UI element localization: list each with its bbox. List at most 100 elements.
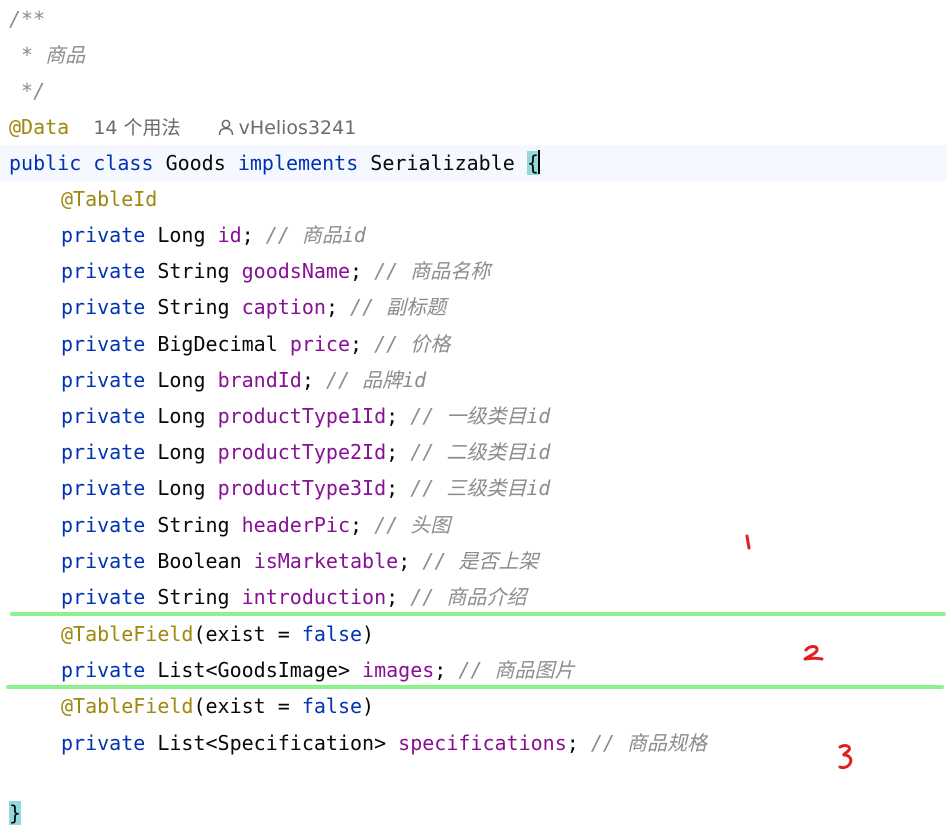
field-type: Long: [157, 476, 206, 500]
field-name: specifications: [398, 731, 567, 755]
field-type: String: [157, 585, 230, 609]
field-declaration: private String goodsName; // 商品名称: [61, 259, 491, 283]
field-modifier: private: [61, 259, 146, 283]
closing-brace-line: }: [0, 795, 22, 831]
field-comment: // 是否上架: [422, 549, 539, 573]
field-name: caption: [241, 295, 326, 319]
field-modifier: private: [61, 585, 146, 609]
field-name: isMarketable: [253, 549, 399, 573]
field-name: brandId: [217, 368, 302, 392]
keyword-class: class: [93, 151, 154, 175]
marker-3: [838, 744, 853, 770]
field-comment: // 商品介绍: [410, 585, 527, 609]
tablefield-args: (exist =: [193, 694, 302, 718]
field-name: images: [362, 658, 435, 682]
field-declaration: private BigDecimal price; // 价格: [61, 332, 451, 356]
field-declaration: private Boolean isMarketable; // 是否上架: [61, 549, 539, 573]
field-name: productType3Id: [217, 476, 387, 500]
author-hint[interactable]: vHelios3241: [217, 117, 357, 139]
field-modifier: private: [61, 658, 146, 682]
field-comment: // 二级类目id: [410, 440, 551, 464]
keyword-implements: implements: [237, 151, 359, 175]
field-type: String: [157, 259, 230, 283]
class-name: Goods: [165, 151, 226, 175]
field-name: introduction: [241, 585, 387, 609]
keyword-public: public: [9, 151, 82, 175]
field-modifier: private: [61, 476, 146, 500]
field-type: Long: [157, 440, 206, 464]
field-declaration: private Long id; // 商品id: [61, 223, 366, 247]
tablefield-annotation-1: @TableField(exist = false): [61, 616, 374, 652]
field-images: private List<GoodsImage> images; // 商品图片: [61, 658, 575, 682]
field-comment: // 副标题: [350, 295, 447, 319]
field-modifier: private: [61, 513, 146, 537]
field-type: Boolean: [157, 549, 242, 573]
author-name: vHelios3241: [238, 117, 357, 139]
field-name: headerPic: [241, 513, 351, 537]
tablefield-close: ): [362, 622, 375, 646]
field-modifier: private: [61, 223, 146, 247]
doc-comment-body: * 商品: [9, 43, 86, 67]
field-modifier: private: [61, 332, 146, 356]
data-annotation: @Data: [9, 115, 70, 139]
closing-brace: }: [9, 801, 22, 825]
tablefield-name: @TableField: [61, 694, 194, 718]
field-declaration: private Long productType1Id; // 一级类目id: [61, 404, 551, 428]
class-declaration: public class Goods implements Serializab…: [0, 145, 947, 181]
field-modifier: private: [61, 440, 146, 464]
field-type: List<Specification>: [157, 731, 387, 755]
field-name: id: [217, 223, 242, 247]
tablefield-annotation-2: @TableField(exist = false): [61, 688, 374, 724]
field-type: Long: [157, 368, 206, 392]
field-type: Long: [157, 223, 206, 247]
field-comment: // 头图: [374, 513, 451, 537]
field-comment: // 商品规格: [590, 731, 707, 755]
false-literal: false: [301, 622, 363, 646]
field-type: BigDecimal: [157, 332, 278, 356]
field-name: goodsName: [241, 259, 351, 283]
field-declaration: private Long productType3Id; // 三级类目id: [61, 476, 551, 500]
usages-hint[interactable]: 14 个用法: [93, 117, 180, 139]
field-comment: // 三级类目id: [410, 476, 551, 500]
field-type: Long: [157, 404, 206, 428]
field-specifications: private List<Specification> specificatio…: [61, 731, 707, 755]
tablefield-name: @TableField: [61, 622, 194, 646]
field-comment: // 商品名称: [374, 259, 491, 283]
code-editor[interactable]: /** * 商品 */ @Data 14 个用法 vHelios3241 pub…: [0, 0, 947, 839]
field-type: String: [157, 513, 230, 537]
field-modifier: private: [61, 404, 146, 428]
field-name: productType2Id: [217, 440, 387, 464]
data-annotation-line: @Data 14 个用法 vHelios3241: [9, 109, 356, 145]
field-comment: // 品牌id: [325, 368, 427, 392]
field-comment: // 一级类目id: [410, 404, 551, 428]
field-declaration: private String headerPic; // 头图: [61, 513, 451, 537]
doc-comment-close: */: [9, 79, 46, 103]
field-comment: // 商品id: [265, 223, 366, 247]
field-declaration: private Long brandId; // 品牌id: [61, 368, 427, 392]
field-type: List<GoodsImage>: [157, 658, 350, 682]
divider-line-1: [10, 612, 946, 616]
user-icon: [218, 119, 233, 136]
field-name: productType1Id: [217, 404, 387, 428]
divider-line-2: [6, 685, 944, 689]
field-declaration: private String introduction; // 商品介绍: [61, 585, 527, 609]
field-modifier: private: [61, 549, 146, 573]
field-modifier: private: [61, 295, 146, 319]
field-comment: // 价格: [374, 332, 451, 356]
field-modifier: private: [61, 368, 146, 392]
field-declaration: private Long productType2Id; // 二级类目id: [61, 440, 551, 464]
field-comment: // 商品图片: [458, 658, 575, 682]
text-caret: [537, 150, 540, 174]
tableid-annotation: @TableId: [61, 187, 158, 211]
field-modifier: private: [61, 731, 146, 755]
field-name: price: [289, 332, 351, 356]
tablefield-args: (exist =: [193, 622, 302, 646]
field-type: String: [157, 295, 230, 319]
tablefield-close: ): [362, 694, 375, 718]
marker-2: [803, 645, 824, 661]
interface-name: Serializable: [370, 151, 515, 175]
field-declaration: private String caption; // 副标题: [61, 295, 447, 319]
marker-1: [745, 534, 751, 550]
false-literal: false: [301, 694, 363, 718]
doc-comment-open: /**: [9, 7, 46, 31]
